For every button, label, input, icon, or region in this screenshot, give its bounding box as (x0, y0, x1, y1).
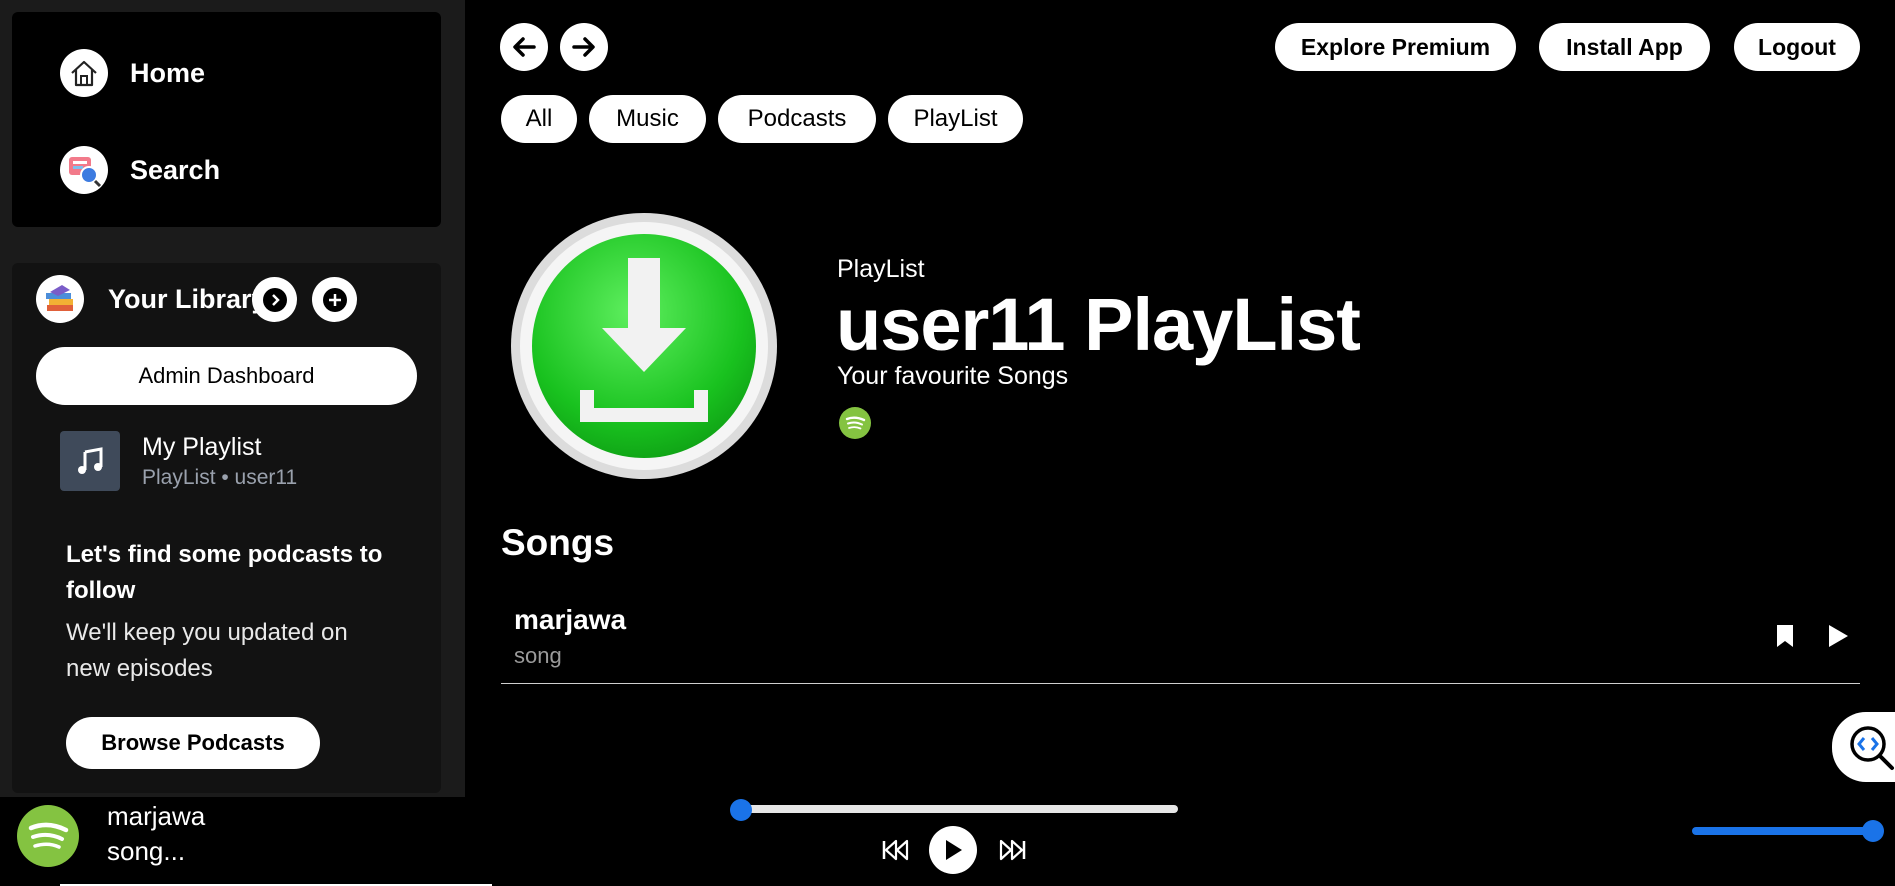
install-app-button[interactable]: Install App (1539, 23, 1710, 71)
previous-button[interactable] (880, 835, 910, 865)
filter-music[interactable]: Music (589, 95, 706, 143)
browse-podcasts-button[interactable]: Browse Podcasts (66, 717, 320, 769)
filter-podcasts[interactable]: Podcasts (718, 95, 876, 143)
player-bar: marjawa song... (0, 797, 1895, 886)
explore-premium-button[interactable]: Explore Premium (1275, 23, 1516, 71)
chevron-right-icon (262, 287, 287, 312)
arrow-right-icon (572, 37, 595, 57)
songs-heading: Songs (501, 522, 615, 563)
podcast-text: We'll keep you updated on new episodes (66, 619, 348, 682)
volume-slider[interactable] (1692, 827, 1872, 835)
filter-playlist[interactable]: PlayList (888, 95, 1023, 143)
nav-search[interactable]: Search (60, 146, 220, 194)
home-icon (60, 49, 108, 97)
code-search-icon (1850, 726, 1894, 770)
now-playing-title: marjawa (107, 801, 206, 831)
next-button[interactable] (998, 835, 1028, 865)
library-title: Your Library (108, 283, 267, 314)
play-icon (946, 840, 962, 860)
code-search-tool-button[interactable] (1832, 712, 1895, 782)
bookmark-icon[interactable] (1771, 622, 1799, 650)
library-playlist-item[interactable]: My Playlist PlayList • user11 (60, 431, 297, 491)
skip-back-icon (882, 839, 909, 861)
sidebar: Home Search Your Library Admin Dashboard (0, 0, 465, 797)
song-name: marjawa (514, 604, 627, 635)
song-type: song (514, 643, 562, 668)
logout-button[interactable]: Logout (1734, 23, 1860, 71)
nav-home[interactable]: Home (60, 49, 205, 97)
progress-thumb[interactable] (730, 799, 752, 821)
library-icon (36, 275, 84, 323)
skip-forward-icon (999, 839, 1026, 861)
library-header[interactable]: Your Library (36, 275, 267, 323)
plus-icon (322, 287, 347, 312)
progress-slider[interactable] (740, 805, 1178, 813)
playlist-cover (508, 210, 780, 482)
now-playing-logo-icon (17, 805, 79, 867)
podcast-heading: Let's find some podcasts to follow (66, 541, 383, 604)
playlist-title: user11 PlayList (836, 283, 1361, 366)
now-playing-subtitle: song... (107, 836, 186, 866)
play-pause-button[interactable] (929, 826, 977, 874)
download-icon (511, 213, 777, 479)
search-icon (60, 146, 108, 194)
library-expand-button[interactable] (252, 277, 297, 322)
nav-home-label: Home (130, 57, 206, 88)
forward-button[interactable] (560, 23, 608, 71)
back-button[interactable] (500, 23, 548, 71)
library-playlist-meta: PlayList • user11 (142, 465, 298, 489)
nav-search-label: Search (130, 154, 221, 185)
library-playlist-name: My Playlist (142, 432, 262, 461)
music-note-icon (60, 431, 120, 491)
library-panel: Your Library Admin Dashboard My Playlist… (12, 263, 441, 793)
nav-card: Home Search (12, 12, 441, 227)
playlist-type: PlayList (837, 255, 925, 283)
arrow-left-icon (513, 37, 536, 57)
volume-thumb[interactable] (1862, 820, 1884, 842)
filter-all[interactable]: All (501, 95, 577, 143)
library-add-button[interactable] (312, 277, 357, 322)
playlist-description: Your favourite Songs (837, 362, 1069, 390)
song-row[interactable]: marjawa song (501, 592, 1860, 684)
play-icon[interactable] (1824, 622, 1852, 650)
admin-dashboard-button[interactable]: Admin Dashboard (36, 347, 417, 405)
spotify-logo-icon (839, 407, 871, 439)
